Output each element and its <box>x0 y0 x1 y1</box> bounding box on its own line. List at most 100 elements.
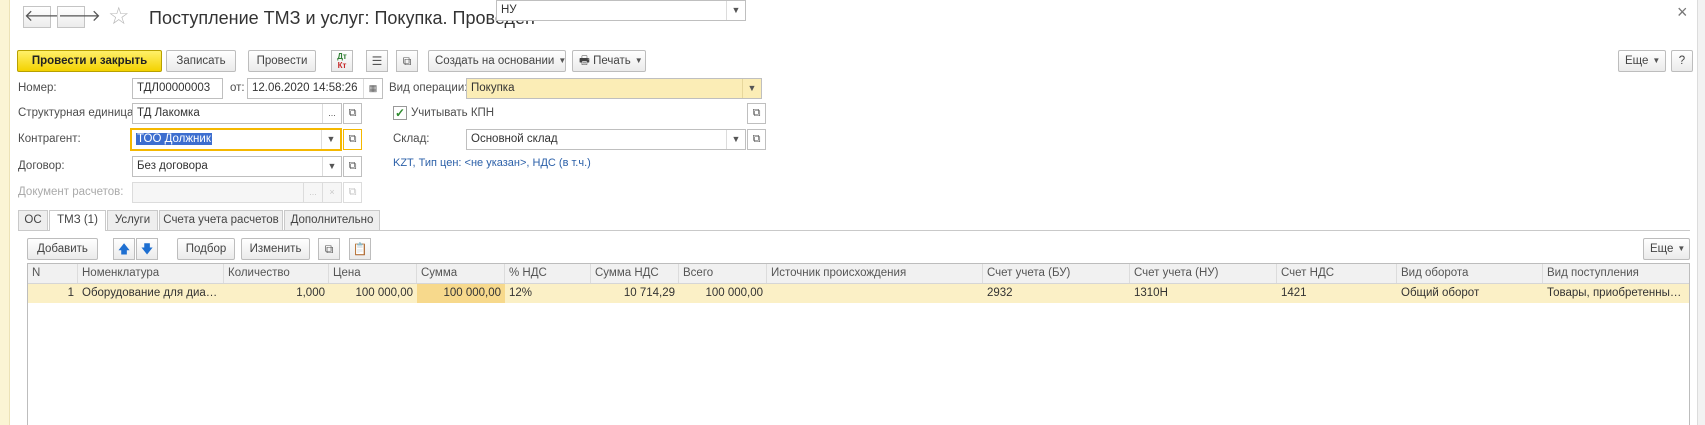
chevron-down-icon[interactable]: ▼ <box>726 1 745 20</box>
column-header-receipt-type[interactable]: Вид поступления <box>1543 264 1689 283</box>
cell-origin[interactable] <box>767 284 983 303</box>
tab-tmz[interactable]: ТМЗ (1) <box>49 210 106 231</box>
vertical-scrollbar[interactable] <box>1697 0 1705 425</box>
column-header-account-bu[interactable]: Счет учета (БУ) <box>983 264 1130 283</box>
copy-icon: ⧉ <box>324 242 334 256</box>
goods-table[interactable]: N Номенклатура Количество Цена Сумма % Н… <box>27 263 1690 425</box>
move-up-button[interactable]: 🡅 <box>113 238 135 260</box>
column-header-price[interactable]: Цена <box>329 264 417 283</box>
tab-additional[interactable]: Дополнительно <box>284 210 380 230</box>
kpn-checkbox[interactable]: ✓ <box>393 106 407 120</box>
settlement-doc-value <box>133 183 303 202</box>
contract-value: Без договора <box>137 160 208 172</box>
post-button[interactable]: Провести <box>248 50 316 72</box>
cell-sum[interactable]: 100 000,00 <box>417 284 505 303</box>
chevron-down-icon[interactable]: ▼ <box>322 157 341 176</box>
cell-account-bu[interactable]: 2932 <box>983 284 1130 303</box>
column-header-vat-rate[interactable]: % НДС <box>505 264 591 283</box>
help-button[interactable]: ? <box>1671 50 1693 72</box>
add-row-button[interactable]: Добавить <box>27 238 98 260</box>
operation-label: Вид операции: <box>389 82 468 94</box>
operation-value: Покупка <box>471 82 515 94</box>
change-button[interactable]: Изменить <box>241 238 310 260</box>
cell-n[interactable]: 1 <box>28 284 78 303</box>
structure-button[interactable]: ⧉ <box>396 50 418 72</box>
open-kpn-button[interactable]: ⧉ <box>747 103 766 124</box>
column-header-n[interactable]: N <box>28 264 78 283</box>
cell-vat-sum[interactable]: 10 714,29 <box>591 284 679 303</box>
column-header-quantity[interactable]: Количество <box>224 264 329 283</box>
column-header-account-nu[interactable]: Счет учета (НУ) <box>1130 264 1277 283</box>
column-header-origin[interactable]: Источник происхождения <box>767 264 983 283</box>
print-button[interactable]: 🖶 Печать ▼ <box>572 50 646 72</box>
calendar-icon[interactable]: ▦ <box>363 79 382 98</box>
clear-icon: × <box>322 183 341 202</box>
column-header-turnover-type[interactable]: Вид оборота <box>1397 264 1543 283</box>
column-header-vat-account[interactable]: Счет НДС <box>1277 264 1397 283</box>
arrow-up-icon: 🡅 <box>117 242 131 256</box>
warehouse-select[interactable]: Основной склад ▼ <box>466 129 746 150</box>
tab-os[interactable]: ОС <box>18 210 48 230</box>
cell-total[interactable]: 100 000,00 <box>679 284 767 303</box>
kpn-label: Учитывать КПН <box>411 107 495 119</box>
cell-account-nu[interactable]: 1310Н <box>1130 284 1277 303</box>
post-and-close-button[interactable]: Провести и закрыть <box>17 50 162 72</box>
pick-button[interactable]: Подбор <box>177 238 235 260</box>
create-based-on-button[interactable]: Создать на основании ▼ <box>428 50 566 72</box>
operation-select[interactable]: Покупка ▼ <box>466 78 762 99</box>
open-unit-button[interactable]: ⧉ <box>343 103 362 124</box>
kpn-select[interactable]: НУ ▼ <box>496 0 746 21</box>
table-row[interactable]: 1 Оборудование для диагн... 1,000 100 00… <box>28 284 1689 303</box>
close-icon[interactable]: × <box>1677 2 1688 23</box>
counterparty-field[interactable]: ТОО Должник ▼ <box>130 128 342 151</box>
cell-receipt-type[interactable]: Товары, приобретенные ... <box>1543 284 1689 303</box>
report-button[interactable]: ☰ <box>366 50 388 72</box>
date-field[interactable]: 12.06.2020 14:58:26 ▦ <box>247 78 383 99</box>
copy-rows-button[interactable]: ⧉ <box>318 238 340 260</box>
open-counterparty-button[interactable]: ⧉ <box>343 129 362 150</box>
cell-price[interactable]: 100 000,00 <box>329 284 417 303</box>
select-ellipsis-icon[interactable]: ... <box>322 104 341 123</box>
printer-icon: 🖶 <box>579 55 594 68</box>
column-header-total[interactable]: Всего <box>679 264 767 283</box>
checkmark-icon: ✓ <box>394 106 406 120</box>
paste-rows-button[interactable]: 📋 <box>349 238 371 260</box>
arrow-down-icon: 🡇 <box>140 242 154 256</box>
more-button[interactable]: Еще ▼ <box>1618 50 1666 72</box>
move-down-button[interactable]: 🡇 <box>136 238 158 260</box>
open-window-icon: ⧉ <box>752 107 761 119</box>
cell-vat-rate[interactable]: 12% <box>505 284 591 303</box>
unit-label: Структурная единица: <box>18 107 137 119</box>
open-warehouse-button[interactable]: ⧉ <box>747 129 766 150</box>
unit-value: ТД Лакомка <box>137 107 200 119</box>
price-settings-link[interactable]: KZT, Тип цен: <не указан>, НДС (в т.ч.) <box>393 157 591 169</box>
open-window-icon: ⧉ <box>348 160 357 172</box>
chevron-down-icon[interactable]: ▼ <box>726 130 745 149</box>
forward-button[interactable]: 🡒 <box>57 6 101 28</box>
column-header-vat-sum[interactable]: Сумма НДС <box>591 264 679 283</box>
chevron-down-icon[interactable]: ▼ <box>742 79 761 98</box>
column-header-nomenclature[interactable]: Номенклатура <box>78 264 224 283</box>
unit-field[interactable]: ТД Лакомка... <box>132 103 342 124</box>
cell-vat-account[interactable]: 1421 <box>1277 284 1397 303</box>
cell-turnover-type[interactable]: Общий оборот <box>1397 284 1543 303</box>
table-more-button[interactable]: Еще ▼ <box>1643 238 1690 260</box>
kpn-value: НУ <box>501 4 517 16</box>
contract-select[interactable]: Без договора ▼ <box>132 156 342 177</box>
settlement-doc-field: ... × <box>132 182 342 203</box>
tab-settlement-accounts[interactable]: Счета учета расчетов <box>159 210 283 230</box>
open-contract-button[interactable]: ⧉ <box>343 156 362 177</box>
save-button[interactable]: Записать <box>166 50 236 72</box>
column-header-sum[interactable]: Сумма <box>417 264 505 283</box>
back-button[interactable]: 🡐 <box>23 6 67 28</box>
number-label: Номер: <box>18 82 57 94</box>
create-based-label: Создать на основании <box>435 55 555 68</box>
tab-services[interactable]: Услуги <box>107 210 158 230</box>
dt-kt-button[interactable]: Дт Кт <box>331 50 353 72</box>
favorite-star-icon[interactable]: ☆ <box>108 4 130 30</box>
cell-nomenclature[interactable]: Оборудование для диагн... <box>78 284 224 303</box>
open-settlement-doc-button: ⧉ <box>343 182 362 203</box>
cell-quantity[interactable]: 1,000 <box>224 284 329 303</box>
number-field[interactable]: ТДЛ00000003 <box>132 78 223 99</box>
chevron-down-icon[interactable]: ▼ <box>321 130 340 149</box>
